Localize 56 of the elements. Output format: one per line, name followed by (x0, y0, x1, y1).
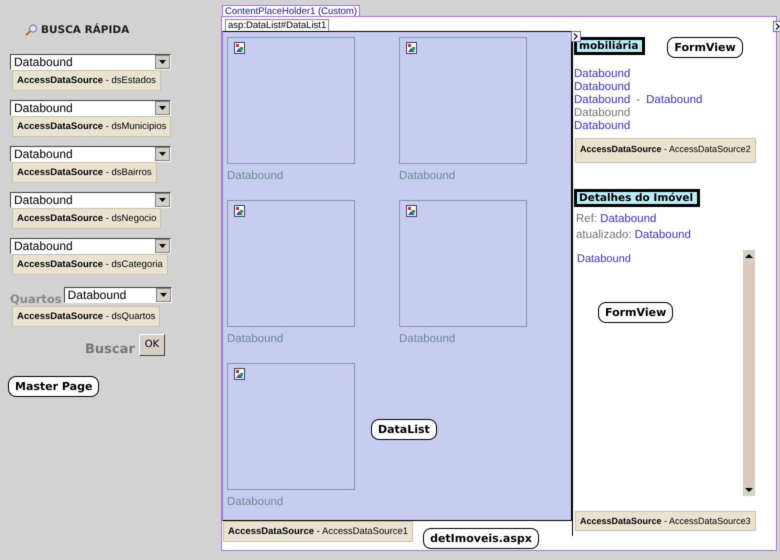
chevron-icon[interactable] (571, 31, 581, 42)
search-label: Buscar (85, 342, 135, 357)
field-text: Databound (574, 94, 630, 107)
filter-label: Quartos (10, 292, 62, 306)
data-source-control: AccessDataSource - dsNegocio (12, 208, 162, 229)
data-source-control: AccessDataSource - dsMunicipios (12, 116, 172, 137)
formview-tag: FormView (667, 37, 743, 58)
item-caption: Databound (227, 170, 284, 182)
data-source-control: AccessDataSource - dsCategoria (12, 254, 168, 275)
data-source-control: AccessDataSource - AccessDataSource1 (223, 521, 414, 542)
item-caption: Databound (227, 333, 284, 345)
field-text: atualizado: (576, 229, 632, 243)
sidebar-title: BUSCA RÁPIDA (41, 24, 130, 36)
placeholder-tab[interactable]: ContentPlaceHolder1 (Custom) (222, 5, 360, 17)
field-text: Databound (646, 94, 702, 107)
dropdown[interactable]: Databound (10, 192, 171, 208)
field-text: Databound (574, 68, 630, 81)
dropdown[interactable]: Databound (64, 287, 172, 303)
item-caption: Databound (399, 170, 456, 182)
data-source-control: AccessDataSource - dsEstados (12, 70, 161, 91)
field-text: Databound (600, 213, 656, 227)
dropdown[interactable]: Databound (10, 100, 171, 116)
chevron-icon[interactable] (773, 21, 780, 32)
section-heading: Detalhes do Imóvel (574, 189, 700, 207)
page-tag: detImoveis.aspx (423, 528, 539, 549)
data-source-control: AccessDataSource - dsQuartos (12, 306, 160, 327)
master-page-tag: Master Page (8, 376, 100, 397)
image-icon (234, 205, 245, 217)
field-text: Ref: (576, 213, 598, 227)
dropdown[interactable]: Databound (10, 146, 171, 162)
data-source-control: AccessDataSource - dsBairros (12, 162, 157, 183)
search-icon (25, 24, 38, 36)
datalist-tab[interactable]: asp:DataList#DataList1 (225, 19, 330, 31)
formview-tag: FormView (598, 302, 674, 323)
item-caption: Databound (399, 333, 456, 345)
ok-button[interactable]: OK (138, 334, 166, 356)
field-text: Databound (574, 120, 630, 133)
data-source-control: AccessDataSource - AccessDataSource2 (575, 138, 756, 163)
image-icon (234, 42, 245, 54)
item-caption: Databound (227, 496, 284, 508)
field-text: Databound (574, 107, 630, 120)
datalist-tag: DataList (371, 419, 437, 440)
dropdown[interactable]: Databound (10, 238, 171, 254)
scroll-up-icon[interactable] (743, 250, 755, 262)
image-icon (406, 42, 417, 54)
image-icon (406, 205, 417, 217)
field-text: - (636, 94, 640, 107)
field-text: Databound (634, 229, 691, 243)
section-heading: mobiliária (574, 36, 646, 54)
image-icon (234, 368, 245, 380)
field-text: Databound (577, 253, 631, 265)
data-source-control: AccessDataSource - AccessDataSource3 (575, 511, 756, 531)
dropdown[interactable]: Databound (10, 54, 171, 70)
field-text: Databound (574, 81, 630, 94)
scrollbar[interactable] (743, 250, 755, 496)
scroll-down-icon[interactable] (743, 484, 755, 496)
